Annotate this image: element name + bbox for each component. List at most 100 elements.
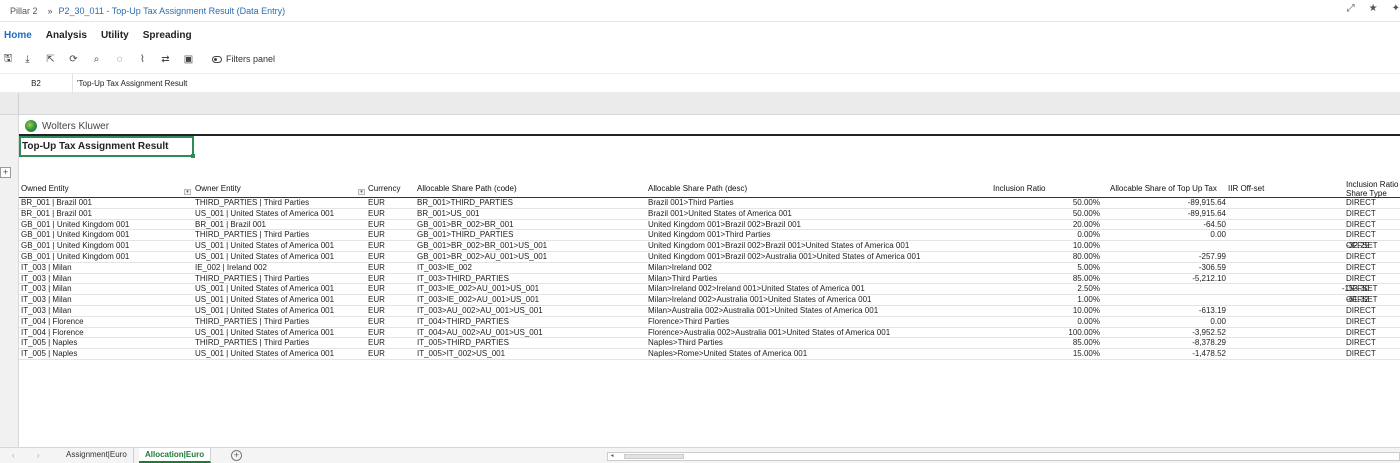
inclusion-ratio-cell[interactable]: 50.00% (1073, 209, 1100, 219)
owned-entity-cell[interactable]: IT_004 | Florence (21, 328, 84, 338)
share-path-desc-cell[interactable]: Brazil 001>United States of America 001 (648, 209, 792, 219)
currency-cell[interactable]: EUR (368, 284, 385, 294)
allocable-share-cell[interactable]: -613.19 (1199, 306, 1226, 316)
share-path-code-cell[interactable]: GB_001>BR_002>BR_001>US_001 (417, 241, 547, 251)
owner-entity-cell[interactable]: BR_001 | Brazil 001 (195, 220, 266, 230)
owned-entity-cell[interactable]: IT_003 | Milan (21, 295, 72, 305)
fill-handle[interactable] (191, 154, 195, 158)
share-path-code-cell[interactable]: GB_001>THIRD_PARTIES (417, 230, 513, 240)
allocable-share-cell[interactable]: -5,212.10 (1192, 274, 1226, 284)
inclusion-ratio-cell[interactable]: 10.00% (1073, 306, 1100, 316)
export-icon[interactable]: ⇱ (39, 54, 62, 65)
owner-entity-cell[interactable]: THIRD_PARTIES | Third Parties (195, 338, 309, 348)
allocable-share-cell[interactable]: -89,915.64 (1188, 198, 1226, 208)
share-path-code-cell[interactable]: IT_005>IT_002>US_001 (417, 349, 505, 359)
share-path-desc-cell[interactable]: Milan>Ireland 002>Ireland 001>United Sta… (648, 284, 865, 294)
tab-home[interactable]: Home (4, 30, 32, 46)
share-path-code-cell[interactable]: IT_003>AU_002>AU_001>US_001 (417, 306, 543, 316)
share-path-desc-cell[interactable]: Naples>Rome>United States of America 001 (648, 349, 807, 359)
allocable-share-cell[interactable]: -257.99 (1199, 252, 1226, 262)
column-header-share-type[interactable]: Inclusion Ratio Share Type (1346, 180, 1400, 198)
collapse-icon[interactable]: ⤢ (1347, 3, 1355, 14)
currency-cell[interactable]: EUR (368, 230, 385, 240)
star-icon[interactable]: ★ (1369, 3, 1378, 14)
sheet-tab-allocation-euro[interactable]: Allocation|Euro (139, 448, 212, 463)
share-path-code-cell[interactable]: GB_001>BR_002>BR_001 (417, 220, 514, 230)
share-type-cell[interactable]: DIRECT (1346, 252, 1376, 262)
inclusion-ratio-cell[interactable]: 5.00% (1077, 263, 1100, 273)
currency-cell[interactable]: EUR (368, 349, 385, 359)
column-header-allocable-share[interactable]: Allocable Share of Top Up Tax (1110, 184, 1217, 193)
column-header-iir-offset[interactable]: IIR Off-set (1228, 184, 1264, 193)
share-type-cell[interactable]: DIRECT (1346, 338, 1376, 348)
share-path-desc-cell[interactable]: United Kingdom 001>Third Parties (648, 230, 771, 240)
owner-entity-cell[interactable]: US_001 | United States of America 001 (195, 284, 334, 294)
share-type-cell[interactable]: DIRECT (1346, 220, 1376, 230)
scroll-left-icon[interactable]: ◂ (608, 453, 616, 460)
column-header-share-path-desc[interactable]: Allocable Share Path (desc) (648, 184, 747, 193)
share-path-desc-cell[interactable]: Florence>Third Parties (648, 317, 729, 327)
share-path-desc-cell[interactable]: Florence>Australia 002>Australia 001>Uni… (648, 328, 890, 338)
share-type-cell[interactable]: DIRECT (1346, 263, 1376, 273)
owner-entity-cell[interactable]: US_001 | United States of America 001 (195, 328, 334, 338)
currency-cell[interactable]: EUR (368, 263, 385, 273)
share-path-desc-cell[interactable]: Milan>Ireland 002>Australia 001>United S… (648, 295, 871, 305)
save-icon[interactable]: 🖫 (0, 51, 16, 68)
allocable-share-cell[interactable]: -306.59 (1199, 263, 1226, 273)
allocable-share-cell[interactable]: -3,952.52 (1192, 328, 1226, 338)
owned-entity-cell[interactable]: IT_003 | Milan (21, 284, 72, 294)
tab-utility[interactable]: Utility (101, 30, 129, 46)
currency-cell[interactable]: EUR (368, 328, 385, 338)
share-path-code-cell[interactable]: IT_005>THIRD_PARTIES (417, 338, 509, 348)
owned-entity-cell[interactable]: BR_001 | Brazil 001 (21, 198, 92, 208)
cell-reference-box[interactable]: B2 (0, 74, 73, 94)
share-path-desc-cell[interactable]: United Kingdom 001>Brazil 002>Australia … (648, 252, 920, 262)
currency-cell[interactable]: EUR (368, 209, 385, 219)
share-path-code-cell[interactable]: IT_003>THIRD_PARTIES (417, 274, 509, 284)
share-type-cell[interactable]: DIRECT (1346, 328, 1376, 338)
inclusion-ratio-cell[interactable]: 15.00% (1073, 349, 1100, 359)
download-icon[interactable]: ⤓ (16, 54, 39, 65)
owned-entity-cell[interactable]: IT_003 | Milan (21, 274, 72, 284)
owned-entity-cell[interactable]: BR_001 | Brazil 001 (21, 209, 92, 219)
allocable-share-cell[interactable]: -64.50 (1203, 220, 1226, 230)
share-path-desc-cell[interactable]: Milan>Third Parties (648, 274, 717, 284)
sync-icon[interactable]: ⇄ (154, 54, 177, 65)
share-path-desc-cell[interactable]: Milan>Ireland 002 (648, 263, 712, 273)
owned-entity-cell[interactable]: IT_005 | Naples (21, 338, 77, 348)
filters-panel-toggle[interactable]: Filters panel (212, 54, 275, 64)
currency-cell[interactable]: EUR (368, 338, 385, 348)
inclusion-ratio-cell[interactable]: 20.00% (1073, 220, 1100, 230)
share-path-code-cell[interactable]: IT_004>THIRD_PARTIES (417, 317, 509, 327)
share-type-cell[interactable]: DIRECT (1346, 306, 1376, 316)
share-path-code-cell[interactable]: BR_001>US_001 (417, 209, 480, 219)
column-header-owner-entity[interactable]: Owner Entity (195, 184, 241, 193)
inclusion-ratio-cell[interactable]: 50.00% (1073, 198, 1100, 208)
share-type-cell[interactable]: OFFSET (1346, 241, 1378, 251)
share-path-desc-cell[interactable]: United Kingdom 001>Brazil 002>Brazil 001… (648, 241, 909, 251)
inclusion-ratio-cell[interactable]: 100.00% (1068, 328, 1100, 338)
share-path-code-cell[interactable]: GB_001>BR_002>AU_001>US_001 (417, 252, 547, 262)
selected-cell-title[interactable]: Top-Up Tax Assignment Result (19, 136, 195, 158)
sheet-tab-assignment-euro[interactable]: Assignment|Euro (60, 448, 134, 463)
owner-entity-cell[interactable]: US_001 | United States of America 001 (195, 252, 334, 262)
owned-entity-cell[interactable]: IT_003 | Milan (21, 306, 72, 316)
owner-entity-cell[interactable]: THIRD_PARTIES | Third Parties (195, 317, 309, 327)
inclusion-ratio-cell[interactable]: 85.00% (1073, 338, 1100, 348)
share-path-desc-cell[interactable]: Naples>Third Parties (648, 338, 723, 348)
camera-icon[interactable]: ▣ (177, 54, 200, 65)
column-header-owned-entity[interactable]: Owned Entity (21, 184, 69, 193)
allocable-share-cell[interactable]: 0.00 (1210, 230, 1226, 240)
share-path-code-cell[interactable]: IT_004>AU_002>AU_001>US_001 (417, 328, 543, 338)
filter-dropdown-icon[interactable]: ▾ (184, 189, 191, 195)
select-all-corner[interactable] (0, 93, 19, 115)
share-type-cell[interactable]: DIRECT (1346, 349, 1376, 359)
share-path-code-cell[interactable]: IT_003>IE_002 (417, 263, 472, 273)
owner-entity-cell[interactable]: THIRD_PARTIES | Third Parties (195, 274, 309, 284)
currency-cell[interactable]: EUR (368, 317, 385, 327)
owned-entity-cell[interactable]: IT_003 | Milan (21, 263, 72, 273)
horizontal-scrollbar[interactable]: ◂ (607, 452, 1400, 461)
allocable-share-cell[interactable]: -89,915.64 (1188, 209, 1226, 219)
currency-cell[interactable]: EUR (368, 274, 385, 284)
pin-icon[interactable]: ✦ (1392, 3, 1400, 14)
